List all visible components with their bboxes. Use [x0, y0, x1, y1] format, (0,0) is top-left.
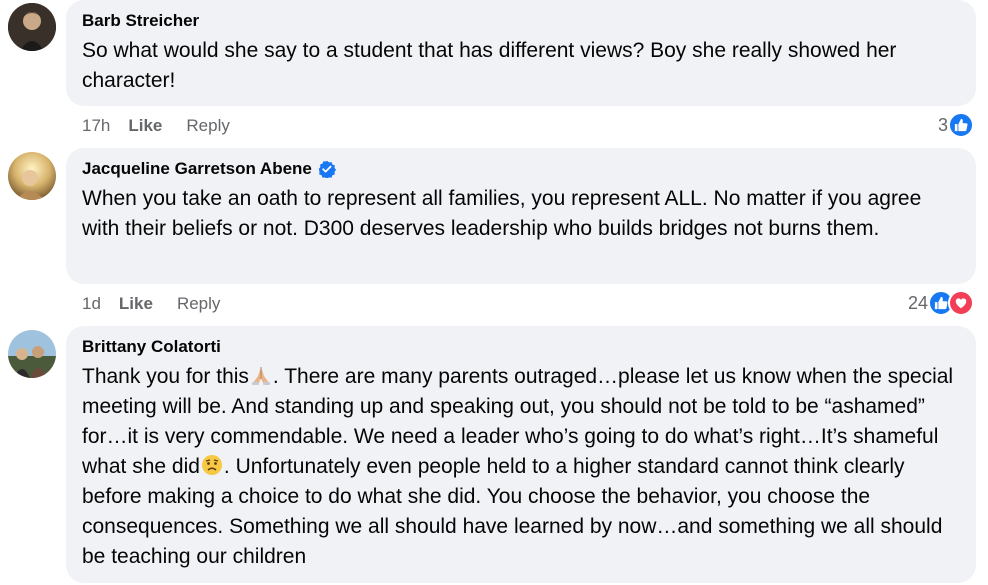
like-button[interactable]: Like [119, 294, 153, 314]
comment-actions: 17h Like Reply [82, 114, 254, 138]
reaction-count: 3 [937, 114, 948, 135]
comment-text-part: Thank you for this [82, 365, 249, 388]
comment-1: Barb Streicher So what would she say to … [0, 0, 988, 140]
reaction-count: 24 [907, 292, 928, 313]
author-name[interactable]: Brittany Colatorti [82, 336, 221, 358]
avatar[interactable] [8, 152, 56, 200]
comment-time[interactable]: 17h [82, 116, 110, 136]
reaction-summary[interactable]: 24 [908, 289, 974, 317]
comment-text: Thank you for this. There are many paren… [82, 362, 960, 572]
comment-author[interactable]: Jacqueline Garretson Abene [82, 158, 960, 180]
love-icon [948, 290, 974, 316]
comment-actions: 1d Like Reply [82, 292, 244, 316]
author-name[interactable]: Jacqueline Garretson Abene [82, 158, 312, 180]
comment-3: Brittany Colatorti Thank you for this. T… [0, 326, 988, 585]
comment-author[interactable]: Barb Streicher [82, 10, 960, 32]
author-name[interactable]: Barb Streicher [82, 10, 199, 32]
like-button[interactable]: Like [128, 116, 162, 136]
comment-2: Jacqueline Garretson Abene When you take… [0, 148, 988, 318]
comment-bubble: Jacqueline Garretson Abene When you take… [66, 148, 976, 284]
like-icon [948, 112, 974, 138]
comment-text: When you take an oath to represent all f… [82, 187, 922, 240]
avatar[interactable] [8, 3, 56, 51]
reply-button[interactable]: Reply [186, 116, 229, 136]
reply-button[interactable]: Reply [177, 294, 220, 314]
verified-badge-icon [318, 160, 336, 179]
reaction-summary[interactable]: 3 [938, 111, 974, 139]
comment-bubble: Barb Streicher So what would she say to … [66, 0, 976, 106]
comment-bubble: Brittany Colatorti Thank you for this. T… [66, 326, 976, 583]
sad-face-emoji [201, 454, 223, 476]
comment-text: So what would she say to a student that … [82, 39, 897, 92]
folded-hands-emoji [250, 364, 272, 386]
avatar[interactable] [8, 330, 56, 378]
comment-time[interactable]: 1d [82, 294, 101, 314]
comment-author[interactable]: Brittany Colatorti [82, 336, 960, 358]
